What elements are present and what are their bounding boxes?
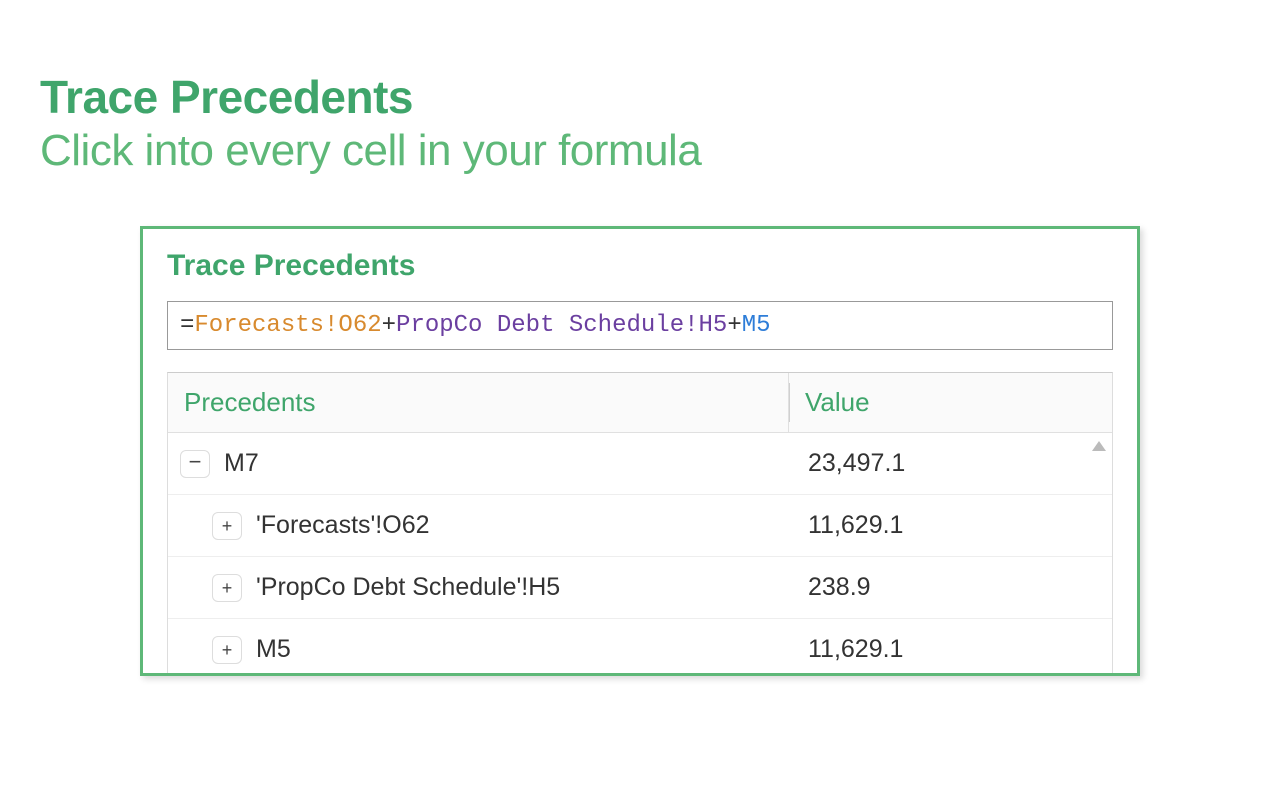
precedents-table: Precedents Value − M7 23,497.1 + 'Foreca…: [167, 372, 1113, 676]
formula-plus-1: +: [382, 312, 396, 339]
formula-ref-propco[interactable]: PropCo Debt Schedule!H5: [396, 312, 727, 339]
precedent-label: 'PropCo Debt Schedule'!H5: [256, 573, 560, 602]
precedent-value: 11,629.1: [788, 619, 1112, 676]
column-header-value: Value: [788, 373, 1112, 432]
precedent-label: M5: [256, 635, 291, 664]
precedent-cell: + 'Forecasts'!O62: [168, 495, 788, 556]
precedent-value: 238.9: [788, 557, 1112, 618]
precedent-value: 11,629.1: [788, 495, 1112, 556]
table-row[interactable]: + 'Forecasts'!O62 11,629.1: [168, 495, 1112, 557]
table-body: − M7 23,497.1 + 'Forecasts'!O62 11,629.1…: [168, 433, 1112, 676]
collapse-toggle-icon[interactable]: −: [180, 450, 210, 478]
scroll-up-icon[interactable]: [1092, 441, 1106, 451]
formula-ref-forecasts[interactable]: Forecasts!O62: [194, 312, 381, 339]
precedent-value: 23,497.1: [788, 433, 1112, 494]
formula-ref-m5[interactable]: M5: [742, 312, 771, 339]
trace-precedents-panel: Trace Precedents =Forecasts!O62+PropCo D…: [140, 226, 1140, 676]
table-row[interactable]: + 'PropCo Debt Schedule'!H5 238.9: [168, 557, 1112, 619]
formula-plus-2: +: [727, 312, 741, 339]
panel-title: Trace Precedents: [167, 249, 1113, 283]
table-row[interactable]: + M5 11,629.1: [168, 619, 1112, 676]
column-header-precedents: Precedents: [168, 373, 788, 432]
expand-toggle-icon[interactable]: +: [212, 574, 242, 602]
expand-toggle-icon[interactable]: +: [212, 512, 242, 540]
page-subtitle: Click into every cell in your formula: [40, 126, 1240, 176]
expand-toggle-icon[interactable]: +: [212, 636, 242, 664]
table-row[interactable]: − M7 23,497.1: [168, 433, 1112, 495]
precedent-label: 'Forecasts'!O62: [256, 511, 430, 540]
precedent-cell: + 'PropCo Debt Schedule'!H5: [168, 557, 788, 618]
formula-bar[interactable]: =Forecasts!O62+PropCo Debt Schedule!H5+M…: [167, 301, 1113, 350]
formula-equals: =: [180, 312, 194, 339]
page-title: Trace Precedents: [40, 70, 1240, 124]
precedent-cell: − M7: [168, 433, 788, 494]
table-header: Precedents Value: [168, 373, 1112, 433]
precedent-cell: + M5: [168, 619, 788, 676]
precedent-label: M7: [224, 449, 259, 478]
